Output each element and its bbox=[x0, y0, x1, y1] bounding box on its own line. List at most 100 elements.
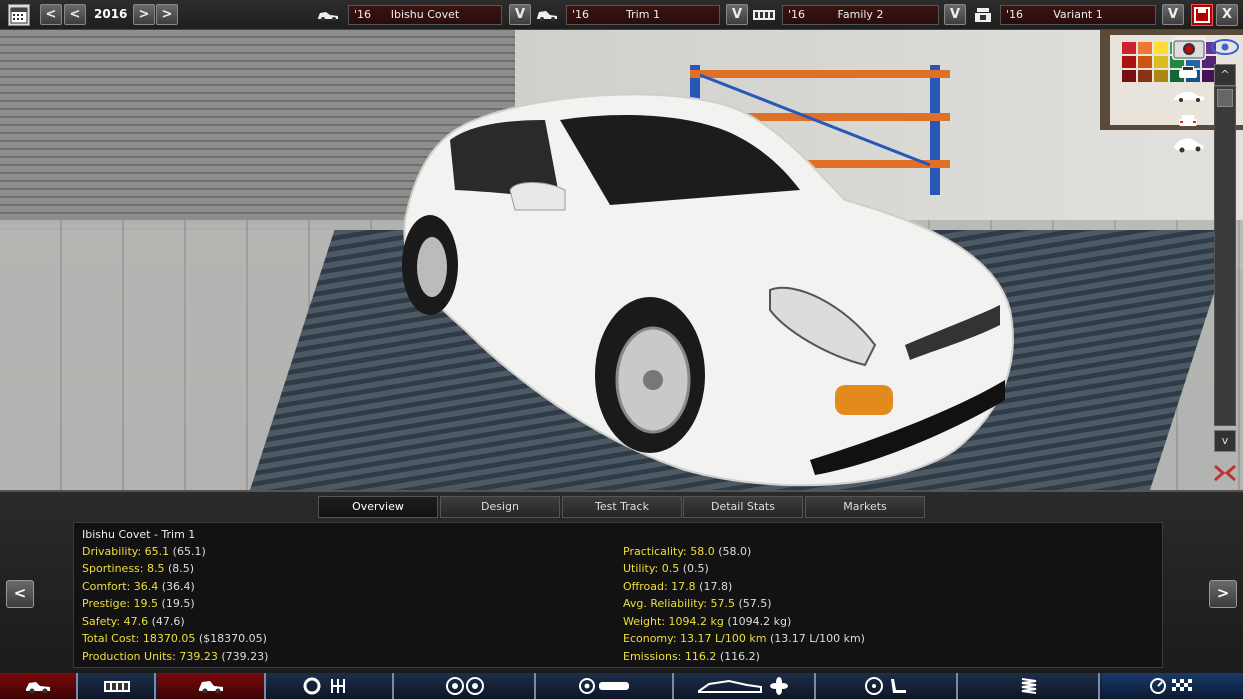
tab-overview[interactable]: Overview bbox=[318, 496, 438, 518]
stat-paren: (1094.2 kg) bbox=[727, 615, 792, 628]
stat-offroad: Offroad: 17.8 (17.8) bbox=[623, 580, 732, 593]
scroll-thumb[interactable] bbox=[1217, 89, 1233, 107]
stat-paren: (8.5) bbox=[167, 562, 195, 575]
tab-test-track[interactable]: Test Track bbox=[562, 496, 682, 518]
year-next-button[interactable]: > bbox=[133, 4, 155, 25]
steering-seat-icon bbox=[865, 677, 906, 695]
family-selector[interactable]: '16 Family 2 bbox=[782, 5, 939, 25]
camera-icon[interactable] bbox=[1172, 36, 1206, 60]
stat-label: Sportiness: 8.5 bbox=[82, 562, 165, 575]
car-3d-viewport[interactable] bbox=[0, 30, 1243, 490]
stat-paren: (0.5) bbox=[682, 562, 709, 575]
stat-label: Practicality: 58.0 bbox=[623, 545, 715, 558]
stat-label: Total Cost: 18370.05 bbox=[82, 632, 196, 645]
stage-navigation bbox=[0, 673, 1243, 699]
gearbox-icon bbox=[303, 677, 345, 695]
nav-chassis-stage[interactable] bbox=[268, 673, 394, 699]
tab-markets[interactable]: Markets bbox=[805, 496, 925, 518]
nav-trim-stage[interactable] bbox=[158, 673, 266, 699]
engine-family-icon bbox=[753, 10, 775, 20]
scroll-down-button[interactable]: v bbox=[1214, 430, 1236, 452]
wheel-brake-icon bbox=[579, 678, 629, 694]
stat-drivability: Drivability: 65.1 (65.1) bbox=[82, 545, 206, 558]
stat-paren: (36.4) bbox=[161, 580, 195, 593]
rear-view-icon[interactable] bbox=[1176, 112, 1200, 130]
variant-dropdown-button[interactable]: V bbox=[1162, 4, 1184, 25]
model-dropdown-button[interactable]: V bbox=[509, 4, 531, 25]
stat-weight: Weight: 1094.2 kg (1094.2 kg) bbox=[623, 615, 791, 628]
model-name: Ibishu Covet bbox=[390, 8, 460, 21]
car-trim-icon bbox=[537, 11, 557, 21]
family-name: Family 2 bbox=[837, 8, 884, 21]
stat-emissions: Emissions: 116.2 (116.2) bbox=[623, 650, 760, 663]
angled-view-icon[interactable] bbox=[1172, 134, 1206, 154]
variant-selector[interactable]: '16 Variant 1 bbox=[1000, 5, 1156, 25]
stat-total-cost: Total Cost: 18370.05 ($18370.05) bbox=[82, 632, 267, 645]
info-panel: Overview Design Test Track Detail Stats … bbox=[0, 490, 1243, 673]
nav-engine-tune-stage[interactable] bbox=[960, 673, 1100, 699]
scroll-up-button[interactable]: ^ bbox=[1214, 64, 1236, 86]
calendar-icon[interactable] bbox=[8, 4, 30, 26]
trim-selector[interactable]: '16 Trim 1 bbox=[566, 5, 720, 25]
car-body-fan-icon bbox=[698, 677, 788, 695]
stat-paren: (65.1) bbox=[172, 545, 206, 558]
nav-suspension-stage[interactable] bbox=[396, 673, 536, 699]
nav-engine-family-stage[interactable] bbox=[80, 673, 156, 699]
stat-label: Safety: 47.6 bbox=[82, 615, 149, 628]
side-view-icon[interactable] bbox=[1172, 88, 1206, 102]
stat-paren: (116.2) bbox=[719, 650, 760, 663]
stat-paren: ($18370.05) bbox=[198, 632, 267, 645]
close-button[interactable]: X bbox=[1216, 4, 1238, 26]
year-prev-prev-button[interactable]: < bbox=[40, 4, 62, 25]
car-model-render bbox=[402, 93, 1014, 487]
stat-prestige: Prestige: 19.5 (19.5) bbox=[82, 597, 195, 610]
trim-dropdown-button[interactable]: V bbox=[726, 4, 748, 25]
stats-overview: Ibishu Covet - Trim 1 Drivability: 65.1 … bbox=[73, 522, 1163, 668]
tab-design[interactable]: Design bbox=[440, 496, 560, 518]
stat-label: Offroad: 17.8 bbox=[623, 580, 696, 593]
stat-paren: (57.5) bbox=[738, 597, 772, 610]
view-scrollbar[interactable] bbox=[1214, 86, 1236, 426]
front-view-icon[interactable] bbox=[1176, 64, 1200, 82]
collapse-icon[interactable] bbox=[1212, 462, 1238, 484]
stat-paren: (13.17 L/100 km) bbox=[769, 632, 865, 645]
panel-next-button[interactable]: > bbox=[1209, 580, 1237, 608]
engine-block-icon bbox=[104, 681, 130, 692]
stat-label: Emissions: 116.2 bbox=[623, 650, 717, 663]
top-toolbar: < < 2016 > > '16 Ibishu Covet V '16 Trim… bbox=[0, 0, 1243, 30]
family-dropdown-button[interactable]: V bbox=[944, 4, 966, 25]
stat-paren: (47.6) bbox=[151, 615, 185, 628]
spring-damper-icon bbox=[1021, 678, 1037, 694]
stat-avg-reliability: Avg. Reliability: 57.5 (57.5) bbox=[623, 597, 772, 610]
nav-model-stage[interactable] bbox=[0, 673, 78, 699]
panel-prev-button[interactable]: < bbox=[6, 580, 34, 608]
car-model-icon bbox=[26, 682, 50, 694]
year-next-next-button[interactable]: > bbox=[156, 4, 178, 25]
nav-aero-stage[interactable] bbox=[676, 673, 816, 699]
stat-label: Drivability: 65.1 bbox=[82, 545, 170, 558]
wheels-icon bbox=[446, 677, 484, 695]
stats-title: Ibishu Covet - Trim 1 bbox=[82, 528, 196, 541]
model-selector[interactable]: '16 Ibishu Covet bbox=[348, 5, 502, 25]
stat-safety: Safety: 47.6 (47.6) bbox=[82, 615, 185, 628]
stat-label: Production Units: 739.23 bbox=[82, 650, 218, 663]
stat-paren: (739.23) bbox=[221, 650, 269, 663]
eye-icon[interactable] bbox=[1210, 38, 1240, 56]
stat-label: Comfort: 36.4 bbox=[82, 580, 159, 593]
tab-detail-stats[interactable]: Detail Stats bbox=[683, 496, 803, 518]
stat-production-units: Production Units: 739.23 (739.23) bbox=[82, 650, 268, 663]
stat-comfort: Comfort: 36.4 (36.4) bbox=[82, 580, 195, 593]
nav-final-stage[interactable] bbox=[1102, 673, 1243, 699]
save-icon[interactable] bbox=[1191, 4, 1213, 26]
gauge-checkered-flag-icon bbox=[1149, 678, 1192, 694]
year-prev-button[interactable]: < bbox=[64, 4, 86, 25]
year-display: 2016 bbox=[94, 7, 128, 21]
variant-name: Variant 1 bbox=[1053, 8, 1103, 21]
stat-paren: (58.0) bbox=[718, 545, 752, 558]
stat-paren: (17.8) bbox=[699, 580, 733, 593]
nav-interior-stage[interactable] bbox=[818, 673, 958, 699]
stat-utility: Utility: 0.5 (0.5) bbox=[623, 562, 709, 575]
car-trim-icon bbox=[199, 681, 223, 694]
nav-body-stage[interactable] bbox=[538, 673, 674, 699]
car-model-icon bbox=[318, 12, 338, 21]
